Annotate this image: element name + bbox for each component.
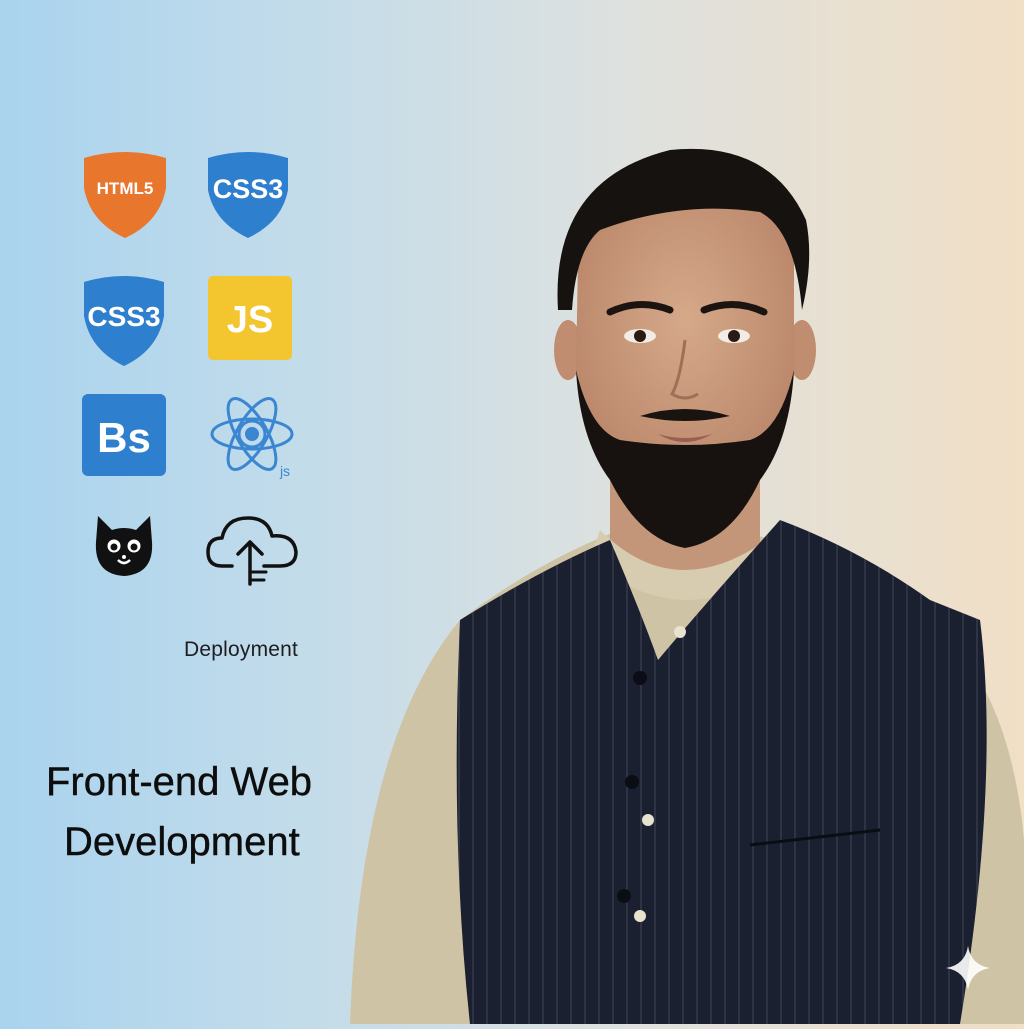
svg-text:JS: JS bbox=[227, 299, 273, 341]
headline-line1: Front-end Web bbox=[46, 760, 313, 804]
svg-text:HTML5: HTML5 bbox=[97, 179, 154, 198]
svg-text:Bs: Bs bbox=[97, 414, 151, 461]
react-icon: js bbox=[206, 390, 302, 482]
github-cat-icon bbox=[92, 512, 156, 580]
sparkle-icon bbox=[944, 944, 992, 997]
javascript-icon: JS bbox=[208, 276, 292, 360]
css3-icon: CSS3 bbox=[204, 148, 292, 240]
svg-text:CSS3: CSS3 bbox=[87, 301, 160, 332]
svg-text:CSS3: CSS3 bbox=[213, 174, 284, 204]
bootstrap-icon: Bs bbox=[82, 394, 166, 476]
svg-text:js: js bbox=[279, 463, 290, 479]
deployment-label: Deployment bbox=[184, 638, 299, 661]
portrait-photo bbox=[340, 140, 1024, 1024]
css3-icon: CSS3 bbox=[80, 272, 168, 368]
cloud-upload-icon bbox=[204, 508, 300, 588]
html5-icon: HTML5 bbox=[80, 148, 170, 240]
